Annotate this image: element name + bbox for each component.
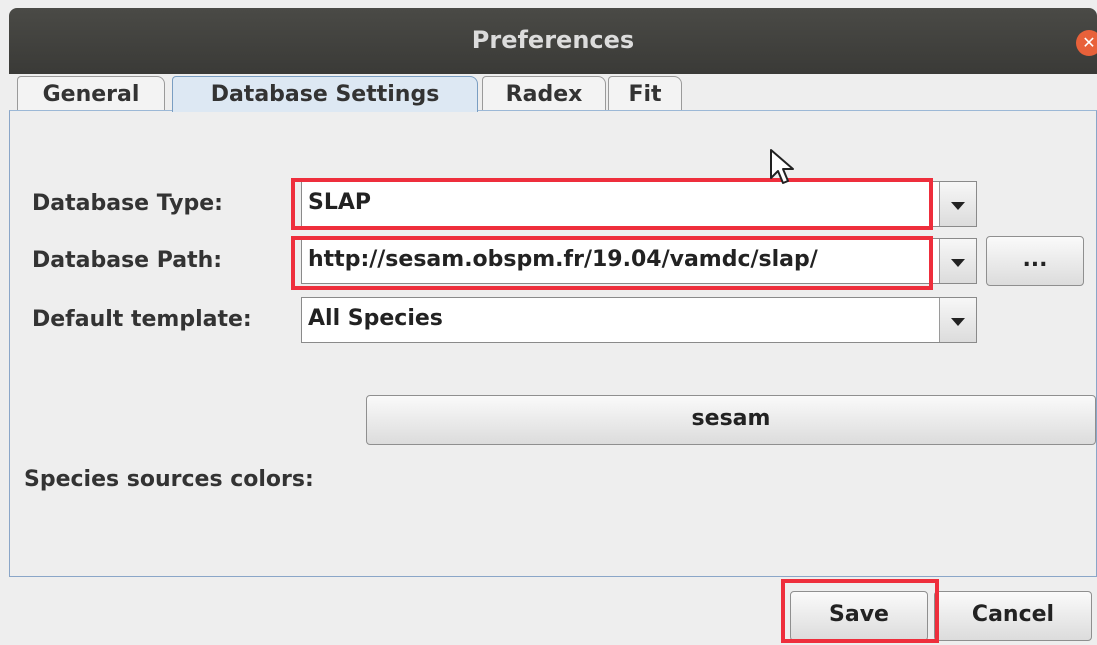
default-template-value: All Species (308, 306, 443, 331)
save-button[interactable]: Save (790, 591, 928, 641)
window-title: Preferences (471, 26, 635, 54)
tab-fit[interactable]: Fit (608, 76, 682, 111)
chevron-down-icon[interactable] (939, 182, 976, 226)
database-path-label: Database Path: (32, 248, 223, 273)
database-type-label: Database Type: (32, 191, 223, 216)
title-bar[interactable]: Preferences ✕ (9, 8, 1097, 74)
close-icon[interactable]: ✕ (1076, 30, 1097, 56)
mouse-cursor-icon (770, 149, 794, 184)
sesam-button[interactable]: sesam (366, 395, 1096, 445)
default-template-label: Default template: (32, 307, 252, 332)
chevron-down-icon[interactable] (939, 239, 976, 283)
database-path-select[interactable]: http://sesam.obspm.fr/19.04/vamdc/slap/ (301, 238, 977, 284)
database-path-value: http://sesam.obspm.fr/19.04/vamdc/slap/ (308, 247, 818, 272)
chevron-down-icon[interactable] (939, 298, 976, 342)
cancel-button[interactable]: Cancel (934, 591, 1092, 641)
tab-radex[interactable]: Radex (482, 76, 606, 111)
database-settings-panel: Database Type: SLAP Database Path: http:… (9, 110, 1097, 577)
default-template-select[interactable]: All Species (301, 297, 977, 343)
database-type-value: SLAP (308, 190, 372, 215)
tab-general[interactable]: General (17, 76, 165, 111)
preferences-window: Preferences ✕ General Database Settings … (0, 0, 1097, 645)
tab-database-settings[interactable]: Database Settings (172, 76, 478, 112)
browse-button[interactable]: ... (986, 236, 1084, 286)
dialog-content: General Database Settings Radex Fit Data… (9, 74, 1097, 645)
database-type-select[interactable]: SLAP (301, 181, 977, 227)
species-sources-colors-label: Species sources colors: (24, 467, 314, 492)
